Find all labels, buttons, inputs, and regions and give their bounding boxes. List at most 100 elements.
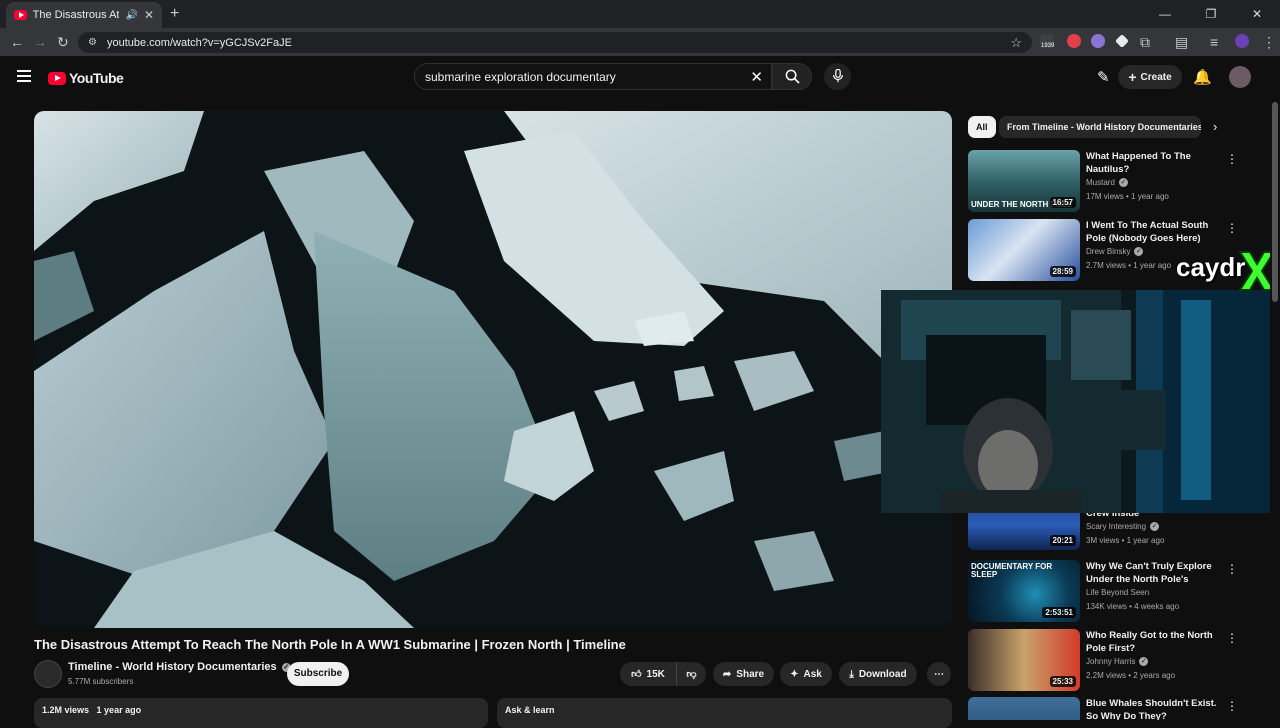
ask-button[interactable]: ✦ Ask [780, 662, 832, 686]
duration-badge: 16:57 [1049, 197, 1076, 208]
recommendation-channel[interactable]: Mustard [1086, 178, 1115, 187]
channel-avatar[interactable] [34, 660, 62, 688]
extension-icon[interactable] [1115, 34, 1129, 48]
subscriber-count: 5.77M subscribers [68, 677, 134, 686]
video-thumbnail[interactable]: 25:33 [968, 629, 1080, 691]
bookmark-star-icon[interactable]: ☆ [1010, 35, 1022, 51]
recommendation-item[interactable]: DOCUMENTARY FOR SLEEP 2:53:51 Why We Can… [968, 560, 1258, 622]
minimize-icon[interactable]: — [1142, 0, 1188, 28]
more-vertical-icon[interactable]: ⋮ [1226, 631, 1238, 645]
media-control-icon[interactable]: ≡ [1210, 34, 1218, 50]
streamer-webcam-overlay [881, 290, 1280, 513]
close-tab-icon[interactable]: ✕ [144, 8, 154, 22]
reload-icon[interactable]: ↻ [57, 34, 69, 51]
chip-from-timeline[interactable]: From Timeline - World History Documentar… [999, 116, 1201, 138]
more-vertical-icon[interactable]: ⋮ [1226, 699, 1238, 713]
extension-icon[interactable] [1091, 34, 1105, 48]
site-info-icon[interactable]: ⚙ [88, 37, 97, 48]
extension-icon[interactable] [1067, 34, 1081, 48]
recommendation-title[interactable]: Blue Whales Shouldn't Exist. So Why Do T… [1086, 697, 1220, 720]
create-label: Create [1140, 71, 1172, 83]
window-controls: — ❐ ✕ [1142, 0, 1280, 28]
description-box[interactable]: 1.2M views 1 year ago [34, 698, 488, 728]
profile-avatar[interactable] [1235, 34, 1249, 48]
subscribe-button[interactable]: Subscribe [287, 662, 349, 686]
close-window-icon[interactable]: ✕ [1234, 0, 1280, 28]
verified-check-icon: ✓ [1134, 247, 1144, 256]
clear-search-icon[interactable]: ✕ [750, 68, 763, 86]
more-vertical-icon[interactable]: ⋮ [1226, 562, 1238, 576]
download-label: Download [858, 668, 907, 680]
puzzle-extensions-icon[interactable]: ⧉ [1140, 34, 1150, 51]
like-button[interactable]: 👍︎ 15K [620, 662, 676, 686]
recommendation-item[interactable]: 25:33 Who Really Got to the North Pole F… [968, 629, 1258, 691]
streamer-name-overlay: caydr [1176, 252, 1246, 282]
browser-menu-icon[interactable]: ⋮ [1262, 34, 1276, 51]
speaker-icon[interactable]: 🔊 [125, 10, 137, 21]
channel-name-row[interactable]: Timeline - World History Documentaries ✓ [68, 661, 291, 673]
plus-icon: + [1128, 69, 1137, 85]
restore-icon[interactable]: ❐ [1188, 0, 1234, 28]
search-button[interactable] [772, 63, 812, 90]
channel-name[interactable]: Timeline - World History Documentaries [68, 661, 277, 673]
recommendation-channel[interactable]: Life Beyond Seen [1086, 588, 1149, 597]
sparkle-icon: ✦ [790, 668, 799, 680]
more-vertical-icon[interactable]: ⋮ [1226, 221, 1238, 235]
create-button[interactable]: + Create [1118, 65, 1182, 89]
recommendation-title[interactable]: I Went To The Actual South Pole (Nobody … [1086, 219, 1220, 245]
create-shorts-icon[interactable]: ✎ [1097, 68, 1110, 86]
forward-icon[interactable]: → [33, 34, 47, 50]
recommendation-item[interactable]: Blue Whales Shouldn't Exist. So Why Do T… [968, 697, 1258, 720]
ask-learn-label: Ask & learn [505, 705, 555, 715]
recommendation-item[interactable]: 20:21 Crew Inside Scary Interesting ✓ 3M … [968, 488, 1258, 553]
recommendation-title[interactable]: Who Really Got to the North Pole First? [1086, 629, 1220, 655]
recommendation-title[interactable]: Why We Can't Truly Explore Under the Nor… [1086, 560, 1220, 586]
search-input[interactable] [425, 69, 735, 84]
extension-badge: 1939 [1041, 43, 1055, 49]
ask-label: Ask [803, 668, 822, 680]
youtube-logo[interactable]: YouTube [48, 70, 124, 86]
dislike-button[interactable]: 👎︎ [676, 662, 706, 686]
download-button[interactable]: ⤓ Download [839, 662, 917, 686]
recommendation-meta: 134K views • 4 weeks ago [1086, 602, 1180, 611]
ask-learn-panel[interactable]: Ask & learn [497, 698, 952, 728]
recommendation-title[interactable]: What Happened To The Nautilus? [1086, 150, 1220, 176]
page-scrollbar[interactable] [1270, 98, 1280, 720]
webcam-feed [881, 290, 1280, 513]
logo-text: YouTube [69, 70, 124, 86]
more-actions-button[interactable]: ⋯ [927, 662, 951, 686]
browser-tab[interactable]: The Disastrous Attempt To 🔊 ✕ [6, 2, 162, 28]
verified-check-icon: ✓ [1118, 178, 1128, 187]
voice-search-button[interactable] [824, 63, 851, 90]
chip-all[interactable]: All [968, 116, 996, 138]
notifications-bell-icon[interactable]: 🔔 [1193, 68, 1212, 86]
new-tab-icon[interactable]: + [170, 5, 179, 23]
recommendation-channel-row: Johnny Harris ✓ [1086, 657, 1149, 666]
share-button[interactable]: ➦ Share [713, 662, 774, 686]
microphone-icon [832, 68, 843, 83]
recommendation-meta: 2.2M views • 2 years ago [1086, 671, 1176, 680]
video-player[interactable] [34, 111, 952, 628]
youtube-header: YouTube ✕ ✎ + Create 🔔 [0, 56, 1280, 98]
more-vertical-icon[interactable]: ⋮ [1226, 152, 1238, 166]
recommendation-channel[interactable]: Johnny Harris [1086, 657, 1135, 666]
account-avatar[interactable] [1229, 66, 1251, 88]
hamburger-menu-icon[interactable] [17, 70, 31, 82]
video-thumbnail[interactable]: UNDER THE NORTH POLE 16:57 [968, 150, 1080, 212]
recommendation-channel-row: Life Beyond Seen [1086, 588, 1149, 597]
recommendation-item[interactable]: UNDER THE NORTH POLE 16:57 What Happened… [968, 150, 1258, 212]
video-thumbnail[interactable]: DOCUMENTARY FOR SLEEP 2:53:51 [968, 560, 1080, 622]
recommendation-channel[interactable]: Scary Interesting [1086, 522, 1146, 531]
recommendation-channel[interactable]: Drew Binsky [1086, 247, 1130, 256]
omnibox[interactable]: ⚙ youtube.com/watch?v=yGCJSv2FaJE ☆ [78, 32, 1032, 53]
sidepanel-icon[interactable]: ▤ [1175, 34, 1188, 51]
video-thumbnail[interactable]: 28:59 [968, 219, 1080, 281]
chevron-right-icon[interactable]: › [1213, 119, 1217, 134]
scrollbar-thumb[interactable] [1272, 102, 1278, 302]
share-arrow-icon: ➦ [722, 668, 732, 680]
address-bar-row: ← → ↻ ⚙ youtube.com/watch?v=yGCJSv2FaJE … [0, 28, 1280, 56]
url-text[interactable]: youtube.com/watch?v=yGCJSv2FaJE [107, 37, 292, 49]
video-thumbnail[interactable] [968, 697, 1080, 720]
view-count: 1.2M views [42, 705, 90, 715]
back-icon[interactable]: ← [10, 34, 24, 50]
